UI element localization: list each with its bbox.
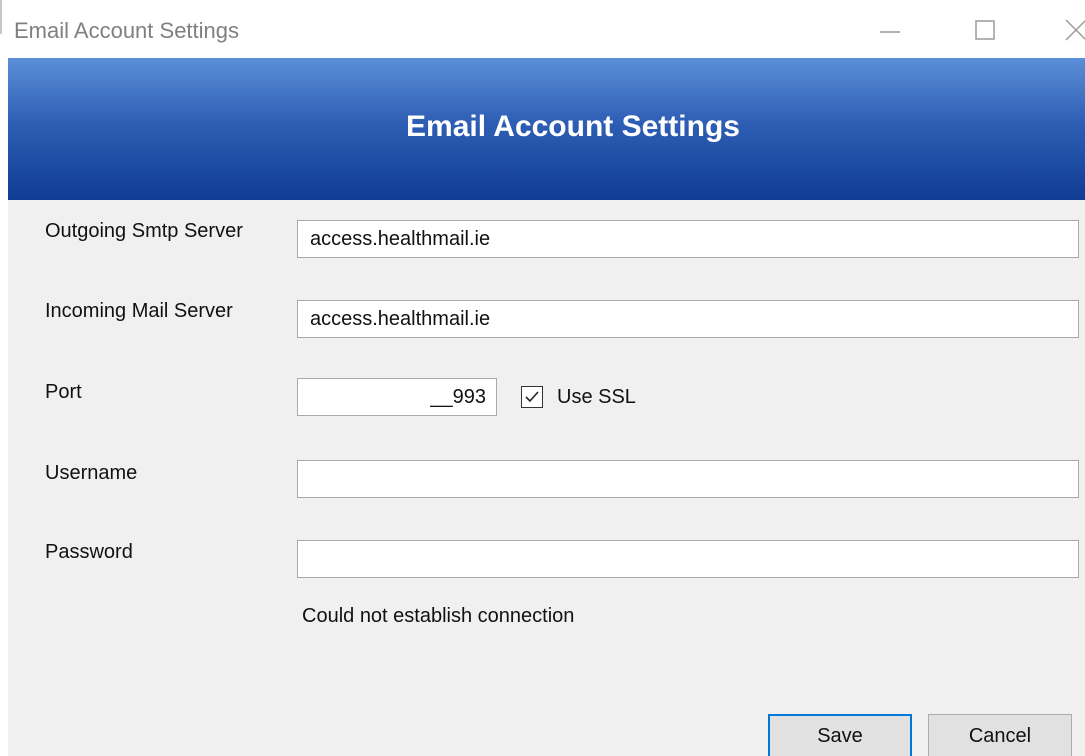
password-input[interactable] xyxy=(297,540,1079,578)
checkmark-icon xyxy=(525,391,539,403)
header-title: Email Account Settings xyxy=(406,110,740,143)
minimize-icon xyxy=(880,31,900,33)
window-title: Email Account Settings xyxy=(14,18,240,43)
connection-status-text: Could not establish connection xyxy=(302,605,575,627)
port-label: Port xyxy=(45,381,82,403)
edge-mark xyxy=(0,0,2,34)
username-label: Username xyxy=(45,462,138,484)
maximize-icon xyxy=(975,20,995,40)
close-button[interactable] xyxy=(1054,10,1085,50)
window-left-edge xyxy=(0,0,8,756)
header-banner: Email Account Settings xyxy=(8,58,1085,200)
title-bar[interactable]: Email Account Settings xyxy=(8,0,1085,58)
email-settings-window: Email Account Settings Email Account Set… xyxy=(0,0,1085,756)
maximize-button[interactable] xyxy=(963,10,1007,50)
minimize-button[interactable] xyxy=(868,10,912,50)
password-label: Password xyxy=(45,541,133,563)
use-ssl-label[interactable]: Use SSL xyxy=(557,386,636,409)
close-icon xyxy=(1065,19,1085,41)
username-input[interactable] xyxy=(297,460,1079,498)
cancel-button[interactable]: Cancel xyxy=(928,714,1072,756)
incoming-server-label: Incoming Mail Server xyxy=(45,300,233,322)
smtp-server-input[interactable] xyxy=(297,220,1079,258)
port-input[interactable] xyxy=(297,378,497,416)
save-button[interactable]: Save xyxy=(768,714,912,756)
smtp-server-label: Outgoing Smtp Server xyxy=(45,220,243,242)
use-ssl-checkbox[interactable] xyxy=(521,386,543,408)
incoming-server-input[interactable] xyxy=(297,300,1079,338)
